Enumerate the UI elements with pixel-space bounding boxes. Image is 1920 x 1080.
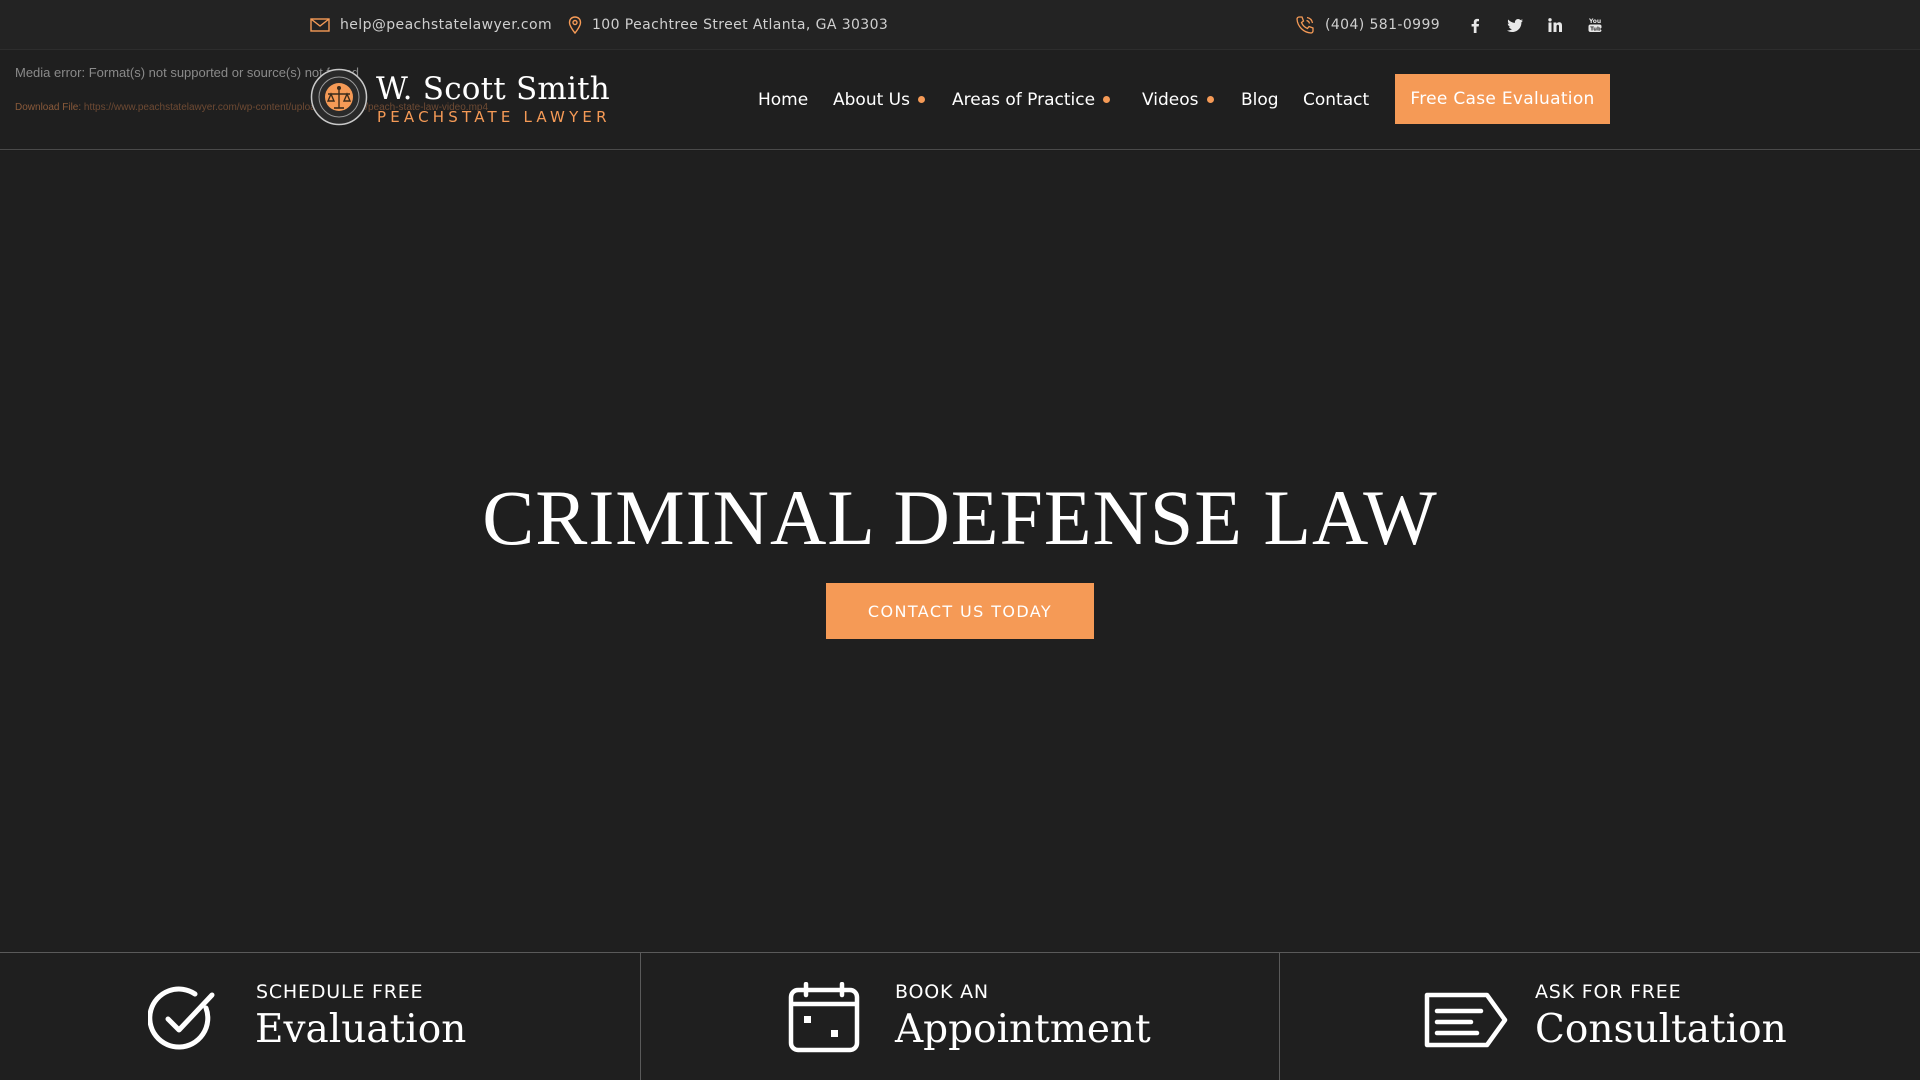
contact-us-today-button[interactable]: CONTACT US TODAY [826,583,1094,639]
dropdown-dot-icon [917,95,925,103]
nav-item-home[interactable]: Home [758,50,808,150]
nav-item-blog[interactable]: Blog [1241,50,1279,150]
phone-text: (404) 581-0999 [1325,17,1441,33]
free-case-evaluation-button[interactable]: Free Case Evaluation [1395,74,1610,124]
nav-item-videos[interactable]: Videos [1142,50,1214,150]
email-text: help@peachstatelawyer.com [340,17,553,33]
media-download-label: Download File: [15,102,84,113]
message-icon [1424,992,1508,1048]
feature-small-label: ASK FOR FREE [1535,981,1682,1003]
calendar-icon [788,982,860,1053]
linkedin-icon[interactable] [1544,14,1566,36]
nav-item-label: Home [758,90,809,110]
dropdown-dot-icon [1103,95,1111,103]
youtube-icon[interactable]: YouTube [1584,14,1606,36]
nav-item-label: Contact [1303,90,1370,110]
feature-small-label: BOOK AN [895,981,989,1003]
feature-big-label: Appointment [895,1007,1151,1052]
feature-evaluation[interactable]: SCHEDULE FREE Evaluation [0,953,640,1080]
nav-item-label: About Us [833,90,910,110]
feature-small-label: SCHEDULE FREE [256,981,424,1003]
features-bar: SCHEDULE FREE Evaluation BOOK AN Appoint… [0,952,1920,1080]
svg-text:Tube: Tube [1590,26,1602,32]
logo-name[interactable]: W. Scott Smith [376,71,610,107]
hero-title: CRIMINAL DEFENSE LAW [482,474,1438,561]
envelope-icon [310,18,330,32]
dropdown-dot-icon [1206,95,1214,103]
svg-text:You: You [1588,18,1601,25]
logo-seal-icon[interactable] [310,68,368,126]
logo-tagline: PEACHSTATE LAWYER [377,108,611,126]
nav-item-contact[interactable]: Contact [1303,50,1369,150]
check-circle-icon [148,986,215,1050]
nav-item-label: Blog [1241,90,1279,110]
hero-section: CRIMINAL DEFENSE LAW CONTACT US TODAY [0,151,1920,952]
phone-link[interactable]: (404) 581-0999 [1295,0,1440,50]
nav-item-label: Areas of Practice [952,90,1096,110]
address-link[interactable]: 100 Peachtree Street Atlanta, GA 30303 [568,0,888,50]
map-pin-icon [568,16,582,34]
nav-item-areas-of-practice[interactable]: Areas of Practice [952,50,1111,150]
feature-consultation[interactable]: ASK FOR FREE Consultation [1280,953,1920,1080]
address-text: 100 Peachtree Street Atlanta, GA 30303 [592,17,889,33]
phone-icon [1296,16,1314,34]
facebook-icon[interactable] [1464,14,1486,36]
twitter-icon[interactable] [1504,14,1526,36]
nav-item-label: Videos [1142,90,1199,110]
feature-big-label: Consultation [1535,1007,1787,1052]
media-error-text: Media error: Format(s) not supported or … [15,65,359,80]
feature-appointment[interactable]: BOOK AN Appointment [641,953,1279,1080]
email-link[interactable]: help@peachstatelawyer.com [310,0,552,50]
nav-item-about-us[interactable]: About Us [833,50,925,150]
feature-big-label: Evaluation [255,1007,467,1052]
top-bar: help@peachstatelawyer.com 100 Peachtree … [0,0,1920,50]
